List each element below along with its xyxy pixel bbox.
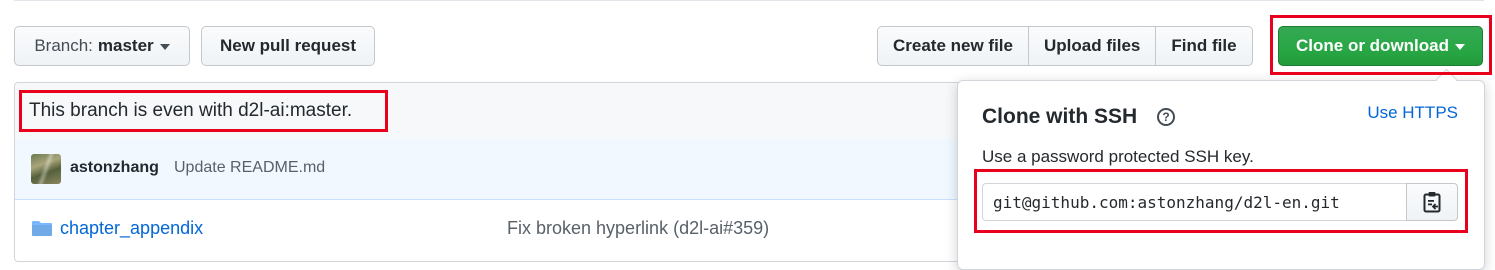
- avatar[interactable]: [31, 154, 61, 184]
- commit-author-link[interactable]: astonzhang: [70, 159, 159, 177]
- branch-status-text: This branch is even with d2l-ai:master.: [29, 100, 353, 121]
- top-divider: [14, 0, 1484, 1]
- file-actions-group: Create new file Upload files Find file: [877, 26, 1253, 66]
- clipboard-icon: [1423, 192, 1441, 213]
- branch-name-label: master: [97, 36, 154, 55]
- caret-down-icon: [1455, 44, 1465, 50]
- clone-dropdown-panel: Clone with SSH ? Use HTTPS Use a passwor…: [957, 68, 1485, 270]
- dropdown-arrow: [1435, 68, 1458, 91]
- clone-url-input[interactable]: [982, 183, 1406, 221]
- use-https-link[interactable]: Use HTTPS: [1367, 103, 1458, 123]
- create-new-file-button[interactable]: Create new file: [877, 26, 1029, 66]
- clone-url-group: [982, 183, 1458, 221]
- folder-icon: [32, 221, 52, 236]
- file-commit-message-link[interactable]: Fix broken hyperlink (d2l-ai#359): [507, 218, 769, 239]
- new-pull-request-button[interactable]: New pull request: [201, 26, 375, 66]
- copy-to-clipboard-button[interactable]: [1406, 183, 1458, 221]
- clone-or-download-button[interactable]: Clone or download: [1278, 26, 1483, 66]
- upload-files-button[interactable]: Upload files: [1028, 26, 1157, 66]
- commit-message-link[interactable]: Update README.md: [174, 159, 325, 177]
- branch-select-button[interactable]: Branch: master: [14, 26, 190, 66]
- clone-panel-description: Use a password protected SSH key.: [982, 147, 1254, 166]
- branch-prefix-label: Branch:: [34, 36, 93, 55]
- file-name-link[interactable]: chapter_appendix: [60, 218, 203, 239]
- find-file-button[interactable]: Find file: [1155, 26, 1253, 66]
- question-icon[interactable]: ?: [1157, 108, 1175, 126]
- clone-panel-title: Clone with SSH: [982, 105, 1138, 128]
- caret-down-icon: [159, 44, 170, 50]
- clone-or-download-label: Clone or download: [1296, 36, 1449, 55]
